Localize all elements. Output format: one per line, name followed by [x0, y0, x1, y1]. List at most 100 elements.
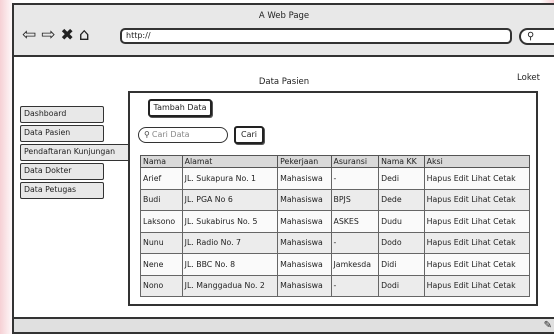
browser-window: A Web Page ⇦ ⇨ ✖ ⌂ http:// ⚲ Data Pasien… — [12, 3, 554, 334]
action-edit-link[interactable]: Edit — [454, 281, 469, 290]
cell-alamat: JL. Sukabirus No. 5 — [181, 210, 279, 233]
action-hapus-link[interactable]: Hapus — [427, 238, 452, 247]
search-icon: ⚲ — [144, 130, 150, 139]
cell-nama-kk: Didi — [378, 253, 425, 276]
back-arrow-icon[interactable]: ⇦ — [22, 25, 36, 45]
url-input[interactable]: http:// — [120, 28, 512, 44]
cell-aksi: Hapus Edit Lihat Cetak — [423, 167, 531, 190]
cell-alamat: JL. Radio No. 7 — [181, 231, 279, 254]
column-header: Pekerjaan — [277, 155, 332, 168]
table-row: Nunu JL. Radio No. 7 Mahasiswa - Dodo Hapus E… — [140, 231, 531, 254]
action-cetak-link[interactable]: Cetak — [493, 217, 516, 226]
sidebar-item-data-pasien[interactable]: Data Pasien — [20, 125, 104, 142]
cell-pekerjaan: Mahasiswa — [277, 210, 332, 233]
status-bar: ✎ — [14, 317, 554, 332]
cell-pekerjaan: Mahasiswa — [277, 231, 332, 254]
pen-icon: ✎ — [543, 320, 552, 331]
column-header: Nama KK — [378, 155, 425, 168]
column-header: Aksi — [423, 155, 531, 168]
action-lihat-link[interactable]: Lihat — [471, 281, 490, 290]
table-row: Arief JL. Sukapura No. 1 Mahasiswa - Dedi Hap… — [140, 167, 531, 190]
sidebar-item-data-petugas[interactable]: Data Petugas — [20, 182, 104, 199]
sidebar-item-dashboard[interactable]: Dashboard — [20, 106, 104, 123]
cell-aksi: Hapus Edit Lihat Cetak — [423, 231, 531, 254]
action-edit-link[interactable]: Edit — [454, 174, 469, 183]
cell-pekerjaan: Mahasiswa — [277, 167, 332, 190]
sidebar-item-data-dokter[interactable]: Data Dokter — [20, 163, 104, 180]
cell-nama: Nono — [140, 274, 183, 297]
action-edit-link[interactable]: Edit — [454, 260, 469, 269]
table-row: Laksono JL. Sukabirus No. 5 Mahasiswa ASKES… — [140, 210, 531, 233]
search-input[interactable]: ⚲ Cari Data — [138, 127, 228, 143]
title-bar: A Web Page ⇦ ⇨ ✖ ⌂ http:// ⚲ — [14, 5, 554, 57]
action-cetak-link[interactable]: Cetak — [493, 195, 516, 204]
cell-aksi: Hapus Edit Lihat Cetak — [423, 188, 531, 211]
cell-alamat: JL. BBC No. 8 — [181, 253, 279, 276]
action-hapus-link[interactable]: Hapus — [427, 174, 452, 183]
action-cetak-link[interactable]: Cetak — [493, 238, 516, 247]
nav-controls: ⇦ ⇨ ✖ ⌂ — [22, 25, 90, 45]
cell-nama: Laksono — [140, 210, 183, 233]
cell-nama-kk: Dede — [378, 188, 425, 211]
add-data-button[interactable]: Tambah Data — [148, 99, 212, 117]
cell-alamat: JL. PGA No 6 — [181, 188, 279, 211]
browser-search-button[interactable]: ⚲ — [519, 28, 554, 45]
action-cetak-link[interactable]: Cetak — [493, 281, 516, 290]
window-title: A Web Page — [258, 11, 310, 21]
forward-arrow-icon[interactable]: ⇨ — [41, 25, 55, 45]
table-header-row: Nama Alamat Pekerjaan Asuransi Nama KK A… — [140, 155, 531, 168]
cell-asuransi: - — [330, 274, 380, 297]
action-edit-link[interactable]: Edit — [454, 238, 469, 247]
search-icon: ⚲ — [527, 31, 535, 42]
main-panel: Tambah Data ⚲ Cari Data Cari Nama Alamat … — [128, 91, 538, 306]
cell-nama-kk: Dodo — [378, 231, 425, 254]
cell-aksi: Hapus Edit Lihat Cetak — [423, 210, 531, 233]
cell-alamat: JL. Sukapura No. 1 — [181, 167, 279, 190]
cell-alamat: JL. Manggadua No. 2 — [181, 274, 279, 297]
cell-asuransi: ASKES — [330, 210, 380, 233]
sidebar-item-pendaftaran-kunjungan[interactable]: Pendaftaran Kunjungan — [20, 144, 133, 161]
page-title: Data Pasien — [258, 77, 310, 87]
patient-table: Nama Alamat Pekerjaan Asuransi Nama KK A… — [140, 155, 531, 297]
cell-asuransi: - — [330, 167, 380, 190]
action-lihat-link[interactable]: Lihat — [471, 260, 490, 269]
search-button[interactable]: Cari — [234, 126, 264, 144]
cell-pekerjaan: Mahasiswa — [277, 253, 332, 276]
cell-asuransi: - — [330, 231, 380, 254]
cell-nama: Budi — [140, 188, 183, 211]
cell-nama: Nunu — [140, 231, 183, 254]
action-lihat-link[interactable]: Lihat — [471, 238, 490, 247]
cell-aksi: Hapus Edit Lihat Cetak — [423, 274, 531, 297]
action-cetak-link[interactable]: Cetak — [493, 174, 516, 183]
action-edit-link[interactable]: Edit — [454, 195, 469, 204]
cell-nama: Arief — [140, 167, 183, 190]
cell-nama-kk: Dodi — [378, 274, 425, 297]
cell-pekerjaan: Mahasiswa — [277, 188, 332, 211]
search-placeholder: Cari Data — [151, 130, 190, 139]
action-edit-link[interactable]: Edit — [454, 217, 469, 226]
cell-aksi: Hapus Edit Lihat Cetak — [423, 253, 531, 276]
action-lihat-link[interactable]: Lihat — [471, 195, 490, 204]
column-header: Alamat — [181, 155, 279, 168]
home-icon[interactable]: ⌂ — [79, 25, 90, 45]
action-hapus-link[interactable]: Hapus — [427, 281, 452, 290]
sidebar: Dashboard Data Pasien Pendaftaran Kunjun… — [20, 106, 133, 201]
cell-nama-kk: Dudu — [378, 210, 425, 233]
cell-pekerjaan: Mahasiswa — [277, 274, 332, 297]
table-row: Budi JL. PGA No 6 Mahasiswa BPJS Dede Hapus E… — [140, 188, 531, 211]
table-row: Nono JL. Manggadua No. 2 Mahasiswa - Dodi Hap… — [140, 274, 531, 297]
action-hapus-link[interactable]: Hapus — [427, 217, 452, 226]
column-header: Asuransi — [330, 155, 380, 168]
action-lihat-link[interactable]: Lihat — [471, 217, 490, 226]
cell-nama-kk: Dedi — [378, 167, 425, 190]
action-cetak-link[interactable]: Cetak — [493, 260, 516, 269]
cell-asuransi: BPJS — [330, 188, 380, 211]
column-header: Nama — [140, 155, 183, 168]
action-hapus-link[interactable]: Hapus — [427, 195, 452, 204]
action-hapus-link[interactable]: Hapus — [427, 260, 452, 269]
cell-asuransi: Jamkesda — [330, 253, 380, 276]
action-lihat-link[interactable]: Lihat — [471, 174, 490, 183]
close-icon[interactable]: ✖ — [61, 25, 74, 45]
cell-nama: Nene — [140, 253, 183, 276]
loket-label: Loket — [517, 73, 540, 83]
